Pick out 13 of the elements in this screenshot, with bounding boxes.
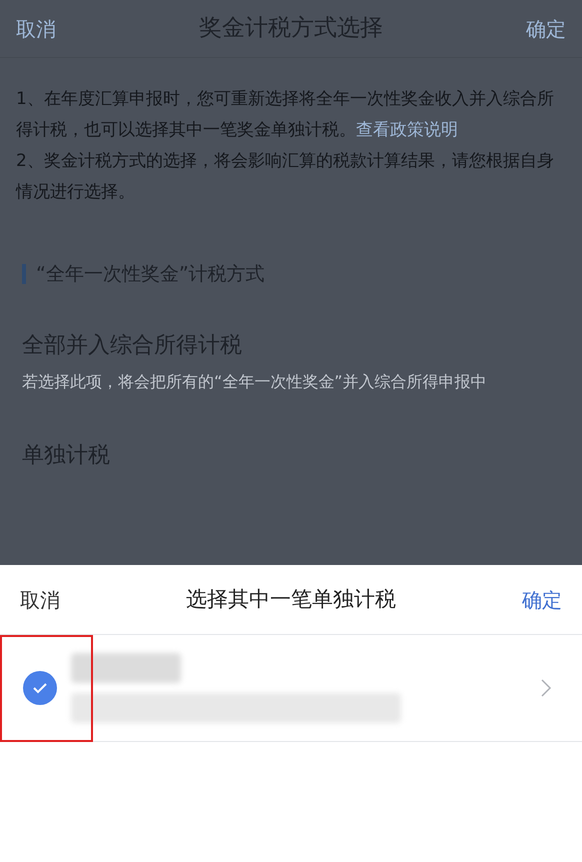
chevron-right-icon [540, 678, 552, 698]
list-row[interactable] [0, 635, 582, 742]
confirm-button[interactable]: 确定 [526, 14, 566, 44]
check-icon [32, 682, 48, 694]
confirm-button[interactable]: 确定 [522, 584, 562, 614]
instruction-text: 2、奖金计税方式的选择，将会影响汇算的税款计算结果，请您根据自身情况进行选择。 [16, 150, 555, 204]
cancel-button[interactable]: 取消 [16, 14, 56, 44]
radio-check[interactable] [23, 671, 57, 705]
policy-link[interactable]: 查看政策说明 [356, 120, 458, 140]
instruction-text: 1、在年度汇算申报时，您可重新选择将全年一次性奖金收入并入综合所得计税，也可以选择其中一笔奖金单独计税。查看政策说明 [16, 88, 555, 142]
cancel-button[interactable]: 取消 [20, 584, 60, 614]
option-description: 若选择此项，将会把所有的“全年一次性奖金”并入综合所得申报中 [22, 370, 488, 392]
sheet-title: 选择其中一笔单独计税 [186, 586, 396, 613]
